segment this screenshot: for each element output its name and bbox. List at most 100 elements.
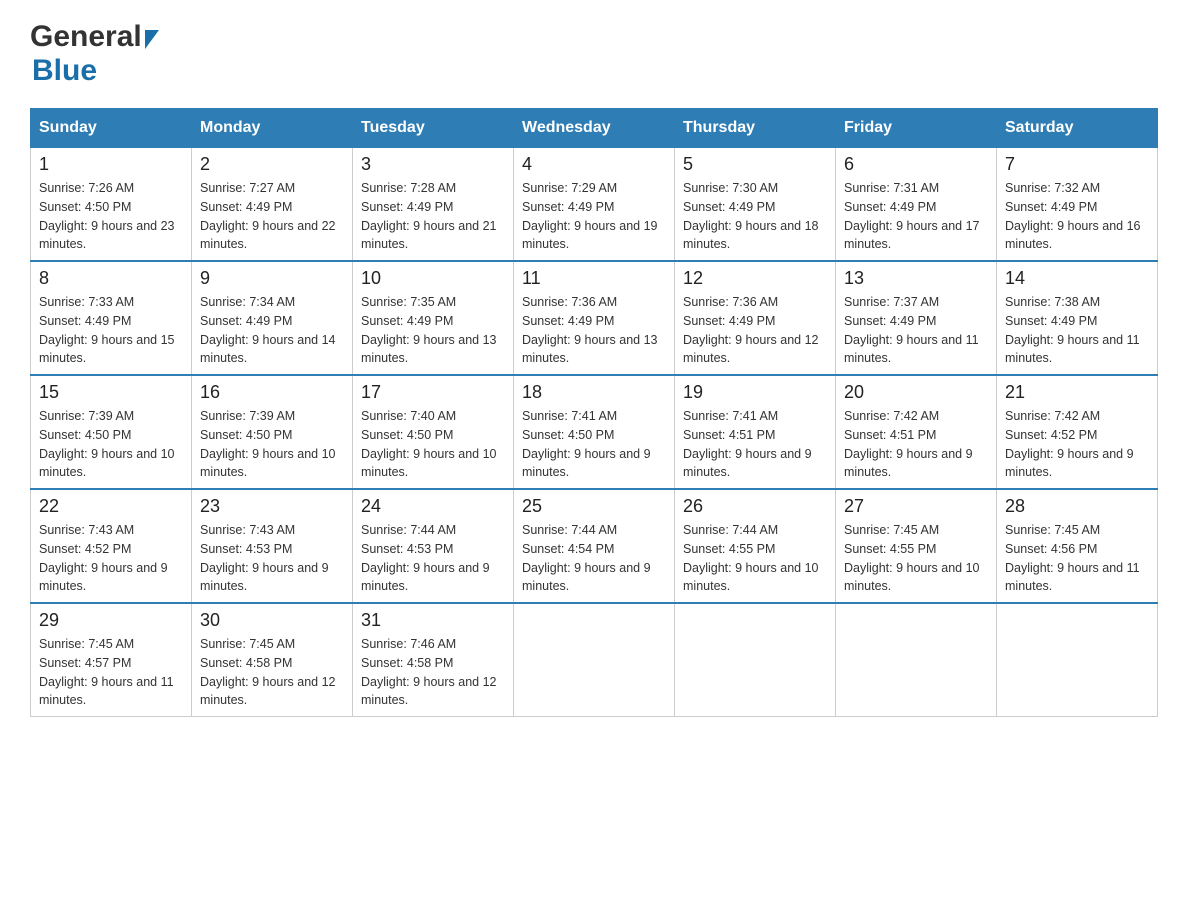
calendar-cell: 2Sunrise: 7:27 AMSunset: 4:49 PMDaylight… <box>192 148 353 262</box>
calendar-cell: 20 Sunrise: 7:42 AMSunset: 4:51 PMDayligh… <box>836 375 997 489</box>
calendar-cell: 11Sunrise: 7:36 AMSunset: 4:49 PMDayligh… <box>514 261 675 375</box>
calendar-cell: 27Sunrise: 7:45 AMSunset: 4:55 PMDayligh… <box>836 489 997 603</box>
day-info: Sunrise: 7:35 AMSunset: 4:49 PMDaylight:… <box>361 293 505 368</box>
calendar-cell: 16 Sunrise: 7:39 AMSunset: 4:50 PMDayligh… <box>192 375 353 489</box>
calendar-body: 1 Sunrise: 7:26 AMSunset: 4:50 PMDaylight… <box>31 148 1158 717</box>
calendar-cell: 17Sunrise: 7:40 AMSunset: 4:50 PMDayligh… <box>353 375 514 489</box>
calendar-table: Sunday Monday Tuesday Wednesday Thursday… <box>30 108 1158 717</box>
calendar-cell: 21 Sunrise: 7:42 AMSunset: 4:52 PMDayligh… <box>997 375 1158 489</box>
calendar-cell: 28 Sunrise: 7:45 AMSunset: 4:56 PMDayligh… <box>997 489 1158 603</box>
day-info: Sunrise: 7:46 AMSunset: 4:58 PMDaylight:… <box>361 635 505 710</box>
day-number: 21 <box>1005 382 1149 403</box>
day-info: Sunrise: 7:39 AMSunset: 4:50 PMDaylight:… <box>200 407 344 482</box>
day-number: 1 <box>39 154 183 175</box>
day-info: Sunrise: 7:32 AMSunset: 4:49 PMDaylight:… <box>1005 179 1149 254</box>
logo-triangle-icon <box>145 30 159 49</box>
day-number: 20 <box>844 382 988 403</box>
day-number: 27 <box>844 496 988 517</box>
day-info: Sunrise: 7:43 AMSunset: 4:52 PMDaylight:… <box>39 521 183 596</box>
calendar-cell: 18Sunrise: 7:41 AMSunset: 4:50 PMDayligh… <box>514 375 675 489</box>
col-wednesday: Wednesday <box>514 109 675 148</box>
day-info: Sunrise: 7:45 AMSunset: 4:57 PMDaylight:… <box>39 635 183 710</box>
day-number: 29 <box>39 610 183 631</box>
calendar-cell: 6 Sunrise: 7:31 AMSunset: 4:49 PMDaylight… <box>836 148 997 262</box>
day-number: 9 <box>200 268 344 289</box>
day-info: Sunrise: 7:36 AMSunset: 4:49 PMDaylight:… <box>683 293 827 368</box>
day-info: Sunrise: 7:44 AMSunset: 4:54 PMDaylight:… <box>522 521 666 596</box>
calendar-cell: 3 Sunrise: 7:28 AMSunset: 4:49 PMDaylight… <box>353 148 514 262</box>
day-number: 10 <box>361 268 505 289</box>
day-info: Sunrise: 7:33 AMSunset: 4:49 PMDaylight:… <box>39 293 183 368</box>
day-info: Sunrise: 7:37 AMSunset: 4:49 PMDaylight:… <box>844 293 988 368</box>
calendar-week-row: 15 Sunrise: 7:39 AMSunset: 4:50 PMDayligh… <box>31 375 1158 489</box>
calendar-week-row: 1 Sunrise: 7:26 AMSunset: 4:50 PMDaylight… <box>31 148 1158 262</box>
logo-blue-text: Blue <box>32 54 97 87</box>
day-info: Sunrise: 7:45 AMSunset: 4:56 PMDaylight:… <box>1005 521 1149 596</box>
col-saturday: Saturday <box>997 109 1158 148</box>
day-number: 3 <box>361 154 505 175</box>
calendar-cell: 23Sunrise: 7:43 AMSunset: 4:53 PMDayligh… <box>192 489 353 603</box>
day-info: Sunrise: 7:28 AMSunset: 4:49 PMDaylight:… <box>361 179 505 254</box>
day-number: 26 <box>683 496 827 517</box>
day-info: Sunrise: 7:43 AMSunset: 4:53 PMDaylight:… <box>200 521 344 596</box>
calendar-cell: 31 Sunrise: 7:46 AMSunset: 4:58 PMDayligh… <box>353 603 514 717</box>
calendar-cell: 8 Sunrise: 7:33 AMSunset: 4:49 PMDaylight… <box>31 261 192 375</box>
col-thursday: Thursday <box>675 109 836 148</box>
logo-general-text: General <box>30 20 142 54</box>
day-number: 14 <box>1005 268 1149 289</box>
day-number: 13 <box>844 268 988 289</box>
day-number: 31 <box>361 610 505 631</box>
calendar-week-row: 22 Sunrise: 7:43 AMSunset: 4:52 PMDayligh… <box>31 489 1158 603</box>
day-info: Sunrise: 7:29 AMSunset: 4:49 PMDaylight:… <box>522 179 666 254</box>
day-number: 17 <box>361 382 505 403</box>
day-info: Sunrise: 7:26 AMSunset: 4:50 PMDaylight:… <box>39 179 183 254</box>
calendar-cell: 15 Sunrise: 7:39 AMSunset: 4:50 PMDayligh… <box>31 375 192 489</box>
day-number: 8 <box>39 268 183 289</box>
day-info: Sunrise: 7:31 AMSunset: 4:49 PMDaylight:… <box>844 179 988 254</box>
day-number: 19 <box>683 382 827 403</box>
page-header: General Blue <box>30 20 1158 88</box>
calendar-cell: 24Sunrise: 7:44 AMSunset: 4:53 PMDayligh… <box>353 489 514 603</box>
day-number: 4 <box>522 154 666 175</box>
day-info: Sunrise: 7:38 AMSunset: 4:49 PMDaylight:… <box>1005 293 1149 368</box>
calendar-week-row: 29 Sunrise: 7:45 AMSunset: 4:57 PMDayligh… <box>31 603 1158 717</box>
day-number: 15 <box>39 382 183 403</box>
col-friday: Friday <box>836 109 997 148</box>
day-number: 28 <box>1005 496 1149 517</box>
day-info: Sunrise: 7:34 AMSunset: 4:49 PMDaylight:… <box>200 293 344 368</box>
day-number: 6 <box>844 154 988 175</box>
calendar-cell: 12 Sunrise: 7:36 AMSunset: 4:49 PMDayligh… <box>675 261 836 375</box>
calendar-cell: 9 Sunrise: 7:34 AMSunset: 4:49 PMDaylight… <box>192 261 353 375</box>
calendar-cell: 13 Sunrise: 7:37 AMSunset: 4:49 PMDayligh… <box>836 261 997 375</box>
day-info: Sunrise: 7:27 AMSunset: 4:49 PMDaylight:… <box>200 179 344 254</box>
calendar-cell: 26 Sunrise: 7:44 AMSunset: 4:55 PMDayligh… <box>675 489 836 603</box>
calendar-cell <box>997 603 1158 717</box>
day-info: Sunrise: 7:44 AMSunset: 4:53 PMDaylight:… <box>361 521 505 596</box>
calendar-cell <box>514 603 675 717</box>
calendar-cell: 1 Sunrise: 7:26 AMSunset: 4:50 PMDaylight… <box>31 148 192 262</box>
calendar-cell: 10 Sunrise: 7:35 AMSunset: 4:49 PMDayligh… <box>353 261 514 375</box>
col-tuesday: Tuesday <box>353 109 514 148</box>
calendar-cell: 5Sunrise: 7:30 AMSunset: 4:49 PMDaylight… <box>675 148 836 262</box>
day-number: 16 <box>200 382 344 403</box>
day-info: Sunrise: 7:42 AMSunset: 4:51 PMDaylight:… <box>844 407 988 482</box>
header-row: Sunday Monday Tuesday Wednesday Thursday… <box>31 109 1158 148</box>
calendar-cell <box>675 603 836 717</box>
day-number: 18 <box>522 382 666 403</box>
day-info: Sunrise: 7:45 AMSunset: 4:58 PMDaylight:… <box>200 635 344 710</box>
col-sunday: Sunday <box>31 109 192 148</box>
day-info: Sunrise: 7:44 AMSunset: 4:55 PMDaylight:… <box>683 521 827 596</box>
day-number: 22 <box>39 496 183 517</box>
calendar-cell <box>836 603 997 717</box>
day-info: Sunrise: 7:39 AMSunset: 4:50 PMDaylight:… <box>39 407 183 482</box>
day-info: Sunrise: 7:30 AMSunset: 4:49 PMDaylight:… <box>683 179 827 254</box>
day-number: 7 <box>1005 154 1149 175</box>
calendar-cell: 19Sunrise: 7:41 AMSunset: 4:51 PMDayligh… <box>675 375 836 489</box>
calendar-cell: 25Sunrise: 7:44 AMSunset: 4:54 PMDayligh… <box>514 489 675 603</box>
day-info: Sunrise: 7:42 AMSunset: 4:52 PMDaylight:… <box>1005 407 1149 482</box>
day-info: Sunrise: 7:36 AMSunset: 4:49 PMDaylight:… <box>522 293 666 368</box>
calendar-cell: 30Sunrise: 7:45 AMSunset: 4:58 PMDayligh… <box>192 603 353 717</box>
calendar-cell: 29 Sunrise: 7:45 AMSunset: 4:57 PMDayligh… <box>31 603 192 717</box>
day-number: 12 <box>683 268 827 289</box>
calendar-cell: 4 Sunrise: 7:29 AMSunset: 4:49 PMDaylight… <box>514 148 675 262</box>
